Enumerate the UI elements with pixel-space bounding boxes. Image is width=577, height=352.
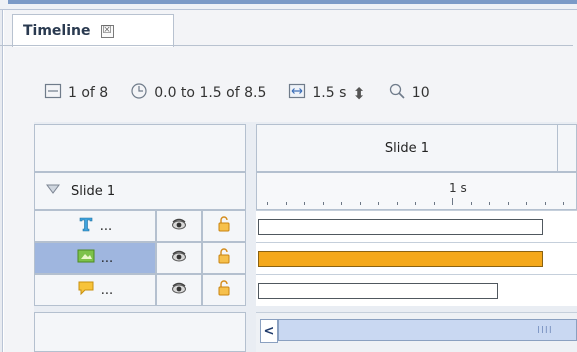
layers-footer — [34, 312, 246, 352]
ruler-tick — [544, 202, 546, 205]
collapse-triangle-icon[interactable] — [45, 183, 61, 199]
caption-object-icon — [77, 280, 95, 300]
window-left-edge — [0, 10, 3, 352]
zoom-value[interactable]: 10 — [412, 85, 430, 101]
time-ruler[interactable]: 1 s — [256, 172, 577, 210]
eye-icon[interactable] — [171, 249, 187, 267]
timeline-bar[interactable] — [258, 283, 498, 299]
timeline-header-divider — [557, 125, 558, 171]
ruler-tick — [433, 202, 435, 205]
timeline-bar[interactable] — [258, 251, 543, 267]
layer-label: ... — [100, 250, 114, 266]
slide-counter: 1 of 8 — [68, 85, 109, 101]
slide-row[interactable]: Slide 1 — [34, 172, 246, 210]
timeline-toolbar: 1 of 8 0.0 to 1.5 of 8.5 1.5 s ⬍ 10 — [44, 82, 430, 104]
ruler-tick — [415, 202, 416, 205]
ruler-tick — [285, 202, 287, 205]
tab-strip — [0, 10, 573, 46]
eye-icon[interactable] — [171, 281, 187, 299]
layers-header — [34, 124, 246, 172]
ruler-tick — [267, 202, 268, 205]
clock-icon — [130, 82, 148, 104]
timeline-row-caption[interactable] — [256, 274, 577, 306]
lock-toggle[interactable] — [202, 274, 246, 306]
fit-width-icon[interactable] — [288, 82, 306, 104]
timeline-scrollbar[interactable]: < IIII — [256, 312, 577, 352]
ruler-tick — [378, 202, 379, 205]
text-object-icon — [78, 216, 94, 236]
slide-row-label: Slide 1 — [71, 183, 116, 199]
ruler-tick — [322, 202, 324, 205]
visibility-toggle[interactable] — [156, 274, 202, 306]
timeline-header-label: Slide 1 — [384, 140, 430, 156]
timeline-row-image[interactable] — [256, 242, 577, 274]
ruler-tick — [470, 202, 472, 205]
lock-toggle[interactable] — [202, 242, 246, 274]
ruler-tick — [304, 202, 305, 205]
visibility-toggle[interactable] — [156, 242, 202, 274]
timeline-header: Slide 1 — [256, 124, 577, 172]
window-accent-line — [8, 0, 577, 4]
lock-icon[interactable] — [217, 280, 231, 300]
layer-row-image[interactable]: ... — [34, 242, 156, 274]
time-range: 0.0 to 1.5 of 8.5 — [154, 85, 267, 101]
lock-icon[interactable] — [217, 248, 231, 268]
ruler-tick — [341, 202, 342, 205]
ruler-tick — [526, 202, 527, 205]
layer-row-caption[interactable]: ... — [34, 274, 156, 306]
ruler-tick — [359, 202, 361, 205]
layer-row-text[interactable]: ... — [34, 210, 156, 242]
eye-icon[interactable] — [171, 217, 187, 235]
layer-label: ... — [100, 282, 114, 298]
ruler-tick — [489, 202, 490, 205]
ruler-tick — [452, 198, 453, 205]
layer-label: ... — [99, 218, 113, 234]
visibility-toggle[interactable] — [156, 210, 202, 242]
scroll-left-arrow-icon[interactable]: < — [260, 319, 278, 343]
ruler-tick — [563, 202, 564, 205]
slide-frame-icon — [44, 82, 62, 104]
duration-stepper[interactable]: ⬍ — [352, 84, 365, 103]
ruler-tick — [396, 202, 398, 205]
scroll-grip: IIII — [537, 325, 553, 336]
timeline-row-text[interactable] — [256, 210, 577, 242]
magnifier-icon[interactable] — [388, 82, 406, 104]
lock-toggle[interactable] — [202, 210, 246, 242]
image-object-icon — [77, 248, 95, 268]
ruler-tick — [507, 202, 509, 205]
ruler-label: 1 s — [449, 181, 467, 195]
lock-icon[interactable] — [217, 216, 231, 236]
scroll-thumb[interactable]: IIII — [278, 319, 577, 341]
duration-value[interactable]: 1.5 s — [312, 85, 346, 101]
timeline-bar[interactable] — [258, 219, 543, 235]
